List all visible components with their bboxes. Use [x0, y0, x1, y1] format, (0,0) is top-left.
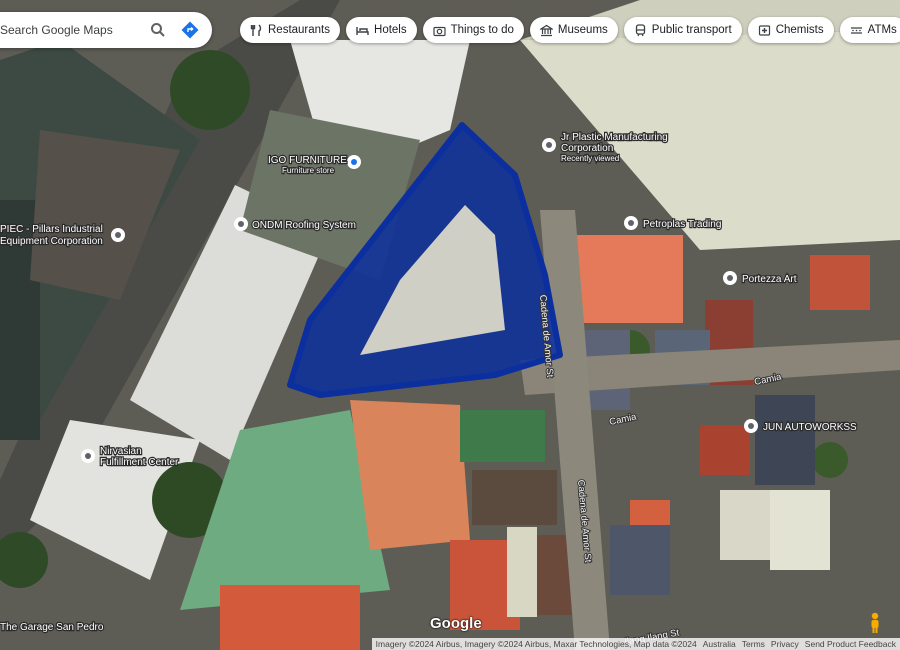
poi-pin-icon[interactable] [723, 271, 737, 285]
chip-label: Things to do [450, 24, 514, 36]
place-label[interactable]: The Garage San Pedro [0, 621, 105, 634]
chip-things-to-do[interactable]: Things to do [422, 17, 524, 43]
map-top-bar: Search Google Maps Restaurants Hotels Th… [0, 12, 900, 52]
pegman-icon[interactable] [868, 612, 882, 634]
terms-link[interactable]: Terms [742, 639, 765, 649]
google-logo: Google [430, 615, 482, 632]
search-input[interactable]: Search Google Maps [0, 23, 142, 37]
chip-chemists[interactable]: Chemists [747, 17, 834, 43]
chip-label: Hotels [374, 24, 407, 36]
search-box[interactable]: Search Google Maps [0, 12, 212, 48]
museum-icon [539, 24, 553, 37]
category-chips: Restaurants Hotels Things to do Museums … [240, 17, 900, 43]
chip-museums[interactable]: Museums [529, 17, 618, 43]
place-note: Recently viewed [561, 154, 619, 163]
chip-public-transport[interactable]: Public transport [623, 17, 742, 43]
place-label[interactable]: IGO FURNITURE [267, 154, 349, 167]
place-label[interactable]: Jr Plastic Manufacturing [560, 131, 669, 144]
place-label[interactable]: PIEC - Pillars Industrial [0, 223, 104, 236]
imagery-attribution: Imagery ©2024 Airbus, Imagery ©2024 Airb… [375, 639, 697, 649]
chip-label: Museums [557, 24, 608, 36]
place-label[interactable]: Fulfillment Center [99, 456, 180, 469]
chip-label: ATMs [867, 24, 897, 36]
poi-pin-icon[interactable] [744, 419, 758, 433]
place-label[interactable]: ONDM Roofing System [251, 219, 357, 232]
pharmacy-icon [758, 24, 771, 37]
poi-pin-icon[interactable] [111, 228, 125, 242]
poi-pin-icon[interactable] [542, 138, 556, 152]
poi-pin-icon[interactable] [81, 449, 95, 463]
chip-label: Public transport [651, 24, 732, 36]
satellite-map[interactable]: PIEC - Pillars Industrial Equipment Corp… [0, 0, 900, 650]
place-label[interactable]: Nirvasian [99, 445, 143, 458]
place-label[interactable]: Corporation [560, 142, 615, 155]
chip-label: Chemists [775, 24, 824, 36]
place-label[interactable]: Equipment Corporation [0, 235, 104, 248]
bed-icon [356, 24, 369, 37]
fork-knife-icon [250, 24, 263, 37]
chip-atms[interactable]: ATMs [839, 17, 900, 43]
place-label[interactable]: JUN AUTOWORKSS [762, 421, 858, 434]
place-label[interactable]: Petroplas Trading [642, 218, 723, 231]
chip-hotels[interactable]: Hotels [346, 17, 417, 43]
chip-label: Restaurants [268, 24, 331, 36]
poi-pin-icon[interactable] [347, 155, 361, 169]
camera-icon [433, 24, 446, 37]
poi-pin-icon[interactable] [624, 216, 638, 230]
feedback-link[interactable]: Send Product Feedback [805, 639, 896, 649]
chip-restaurants[interactable]: Restaurants [240, 17, 341, 43]
search-icon[interactable] [142, 14, 174, 46]
train-icon [634, 23, 647, 37]
attribution-bar: Imagery ©2024 Airbus, Imagery ©2024 Airb… [371, 638, 900, 650]
country-link[interactable]: Australia [703, 639, 736, 649]
poi-pin-icon[interactable] [234, 217, 248, 231]
directions-icon[interactable] [174, 14, 206, 46]
atm-icon [850, 24, 863, 37]
place-label[interactable]: Portezza Art [741, 273, 798, 286]
privacy-link[interactable]: Privacy [771, 639, 799, 649]
place-category: Furniture store [282, 166, 335, 175]
